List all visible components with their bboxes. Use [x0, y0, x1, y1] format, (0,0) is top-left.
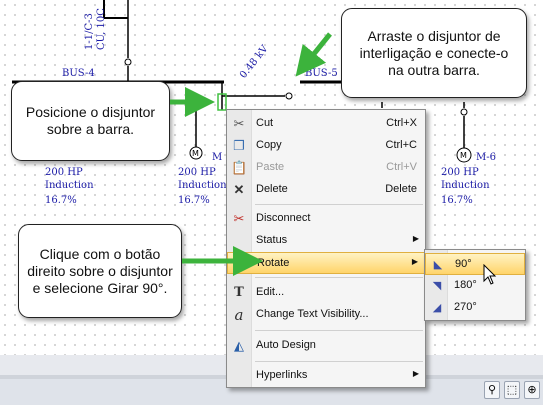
zoom-select-icon[interactable]: ⬚ — [504, 381, 520, 399]
arrow-to-bus5 — [295, 32, 332, 77]
zoom-fit-icon[interactable]: ⊕ — [524, 381, 540, 399]
zoom-toolbar: ⚲ ⬚ ⊕ — [484, 381, 540, 401]
zoom-icon[interactable]: ⚲ — [484, 381, 500, 399]
mouse-cursor-icon — [483, 264, 497, 285]
guide-arrows — [170, 32, 332, 276]
